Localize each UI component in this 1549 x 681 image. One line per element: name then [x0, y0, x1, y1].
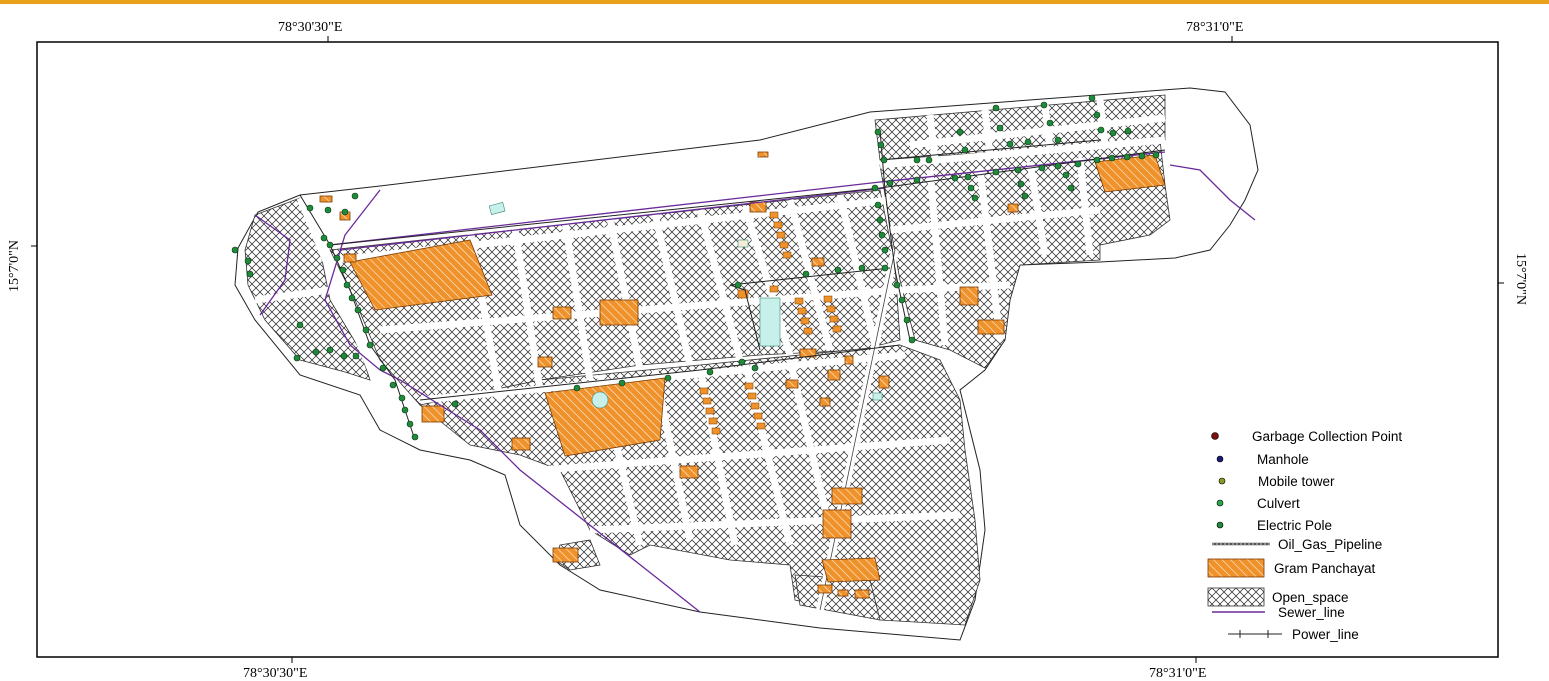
electric-pole-icon — [1216, 521, 1224, 529]
svg-text:Oil_Gas_Pipeline: Oil_Gas_Pipeline — [1278, 537, 1382, 552]
svg-text:Power_line: Power_line — [1292, 627, 1359, 642]
legend-item-open-space: Open_space — [1207, 587, 1349, 607]
coord-right-lat: 15°7'0"N — [1513, 253, 1528, 305]
legend: Garbage Collection Point Manhole Mobile … — [1207, 429, 1402, 642]
legend-item-power: Power_line — [1228, 627, 1359, 642]
legend-item-garbage: Garbage Collection Point — [1211, 429, 1402, 444]
svg-text:Mobile tower: Mobile tower — [1258, 474, 1335, 489]
gram-panchayat-swatch-icon — [1207, 558, 1265, 578]
legend-item-manhole: Manhole — [1216, 452, 1309, 467]
legend-item-mobile-tower: Mobile tower — [1218, 474, 1335, 489]
legend-item-culvert: Culvert — [1216, 496, 1300, 511]
manhole-icon — [1216, 455, 1224, 463]
legend-item-electric-pole: Electric Pole — [1216, 518, 1332, 533]
coord-top-right: 78°31'0"E — [1186, 20, 1243, 35]
svg-text:Culvert: Culvert — [1257, 496, 1300, 511]
legend-item-gram-panchayat: Gram Panchayat — [1207, 558, 1376, 578]
svg-text:Garbage Collection Point: Garbage Collection Point — [1252, 429, 1402, 444]
garbage-point-icon — [1211, 432, 1219, 440]
open-space-swatch-icon — [1207, 587, 1265, 607]
mobile-tower-icon — [1218, 477, 1226, 485]
legend-item-sewer: Sewer_line — [1212, 605, 1345, 620]
culvert-icon — [1216, 499, 1224, 507]
coord-left-lat: 15°7'0"N — [7, 240, 22, 292]
svg-text:Electric Pole: Electric Pole — [1257, 518, 1332, 533]
coord-bottom-right: 78°31'0"E — [1149, 666, 1206, 681]
svg-text:Sewer_line: Sewer_line — [1278, 605, 1345, 620]
svg-text:Open_space: Open_space — [1272, 590, 1349, 605]
svg-text:Manhole: Manhole — [1257, 452, 1309, 467]
legend-item-oil-gas: Oil_Gas_Pipeline — [1212, 537, 1382, 552]
coord-bottom-left: 78°30'30"E — [243, 666, 307, 681]
map-figure: 78°30'30"E 78°31'0"E 78°30'30"E 78°31'0"… — [7, 20, 1528, 681]
svg-text:Gram Panchayat: Gram Panchayat — [1274, 561, 1376, 576]
coord-top-left: 78°30'30"E — [278, 20, 342, 35]
